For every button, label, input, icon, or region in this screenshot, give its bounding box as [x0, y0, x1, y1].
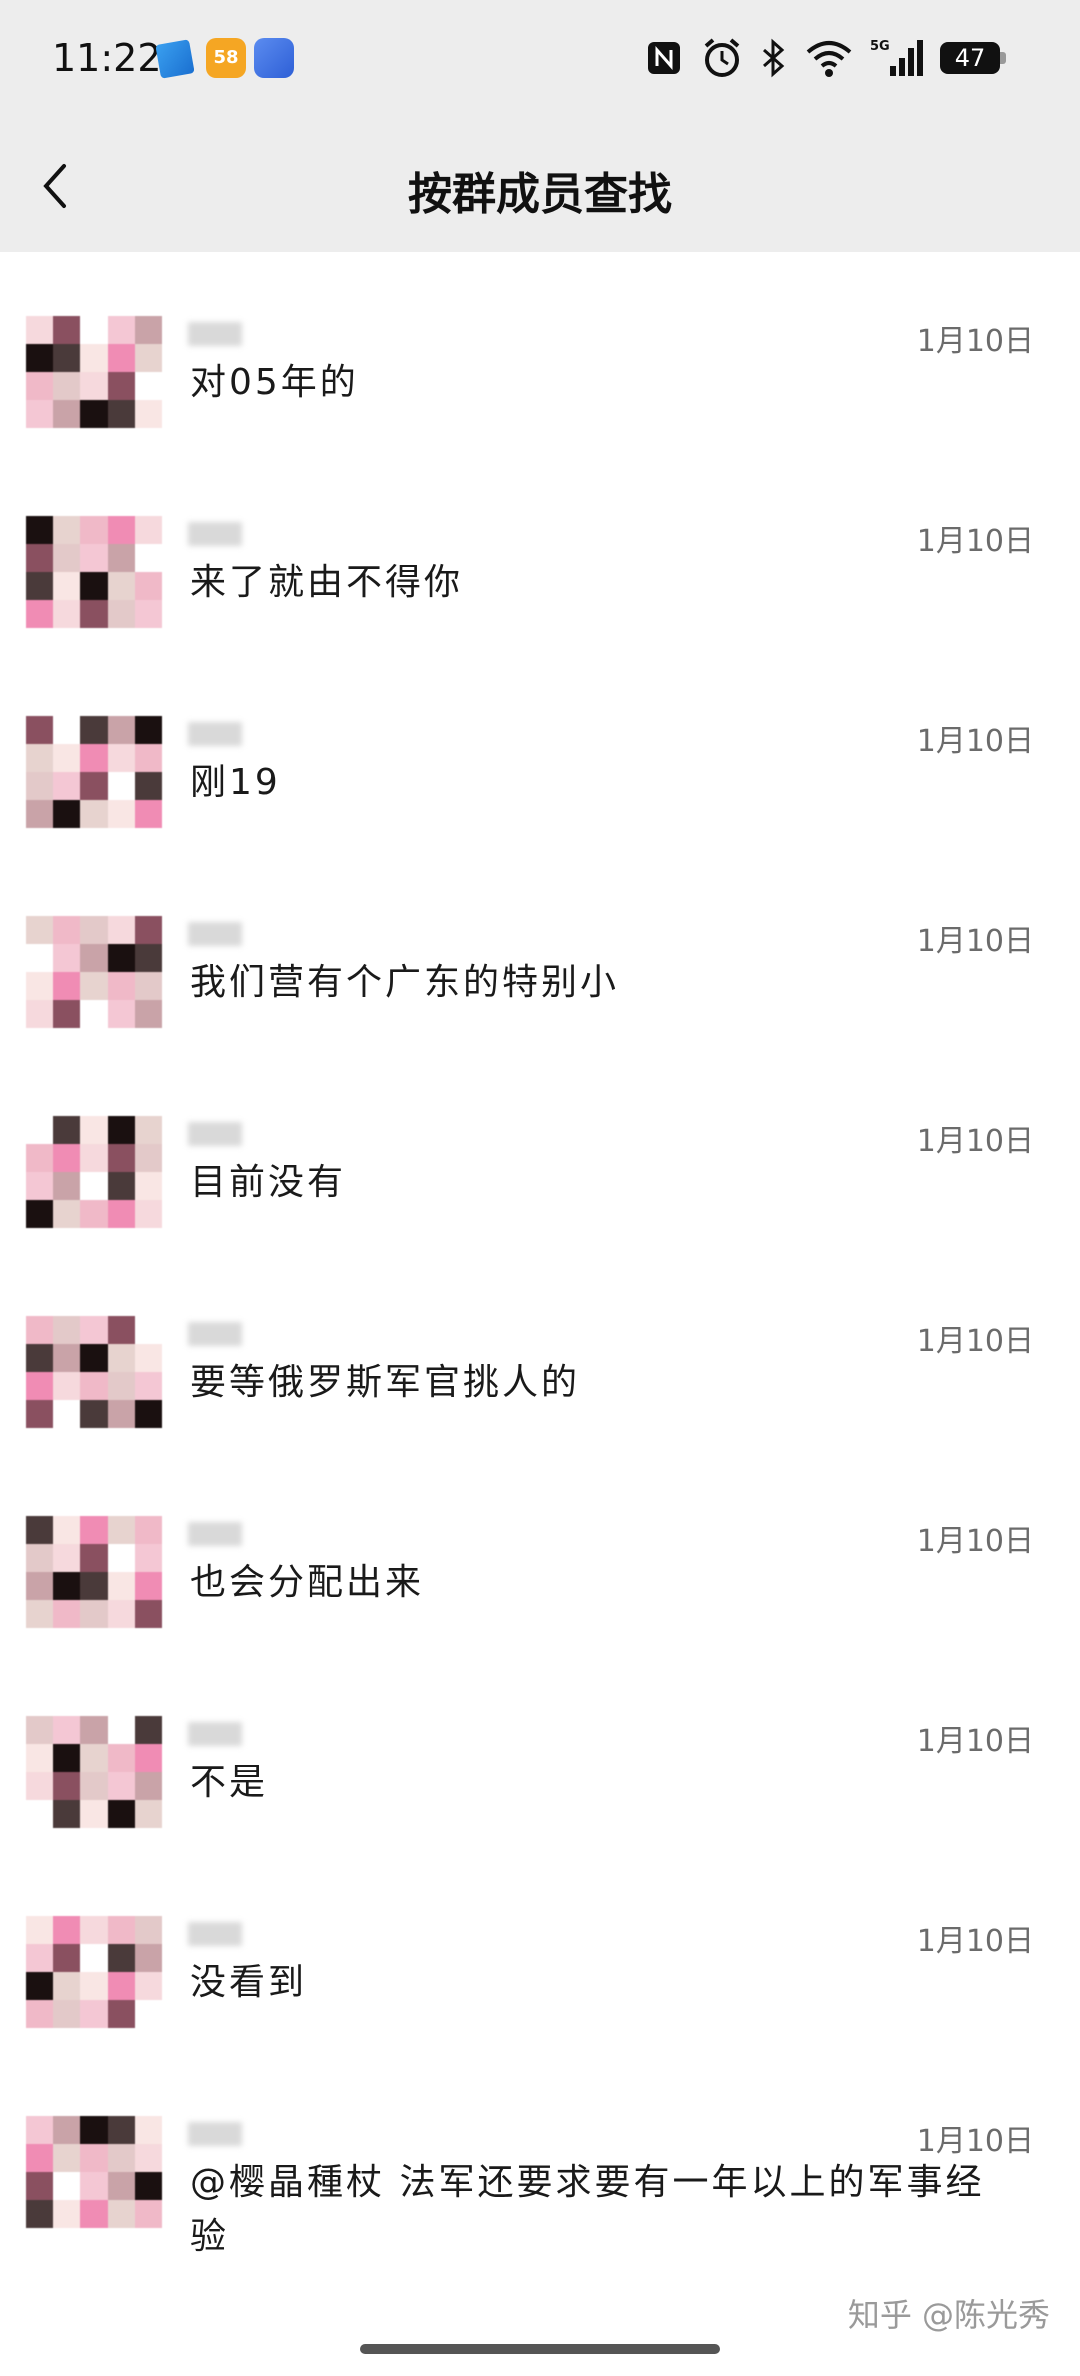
list-item[interactable]: 来了就由不得你 1月10日 [0, 452, 1080, 652]
nav-header: 按群成员查找 [0, 120, 1080, 252]
message-date: 1月10日 [916, 524, 1034, 559]
avatar [26, 1516, 162, 1628]
avatar [26, 1116, 162, 1228]
list-item[interactable]: 我们营有个广东的特别小 1月10日 [0, 852, 1080, 1052]
list-item[interactable]: 对05年的 1月10日 [0, 252, 1080, 452]
home-indicator[interactable] [360, 2344, 720, 2354]
message-text: 目前没有 [190, 1162, 347, 1203]
wifi-icon [806, 41, 852, 77]
avatar [26, 316, 162, 428]
sender-name-blurred [188, 322, 242, 346]
sender-name-blurred [188, 522, 242, 546]
message-date: 1月10日 [916, 1924, 1034, 1959]
avatar [26, 516, 162, 628]
bluetooth-icon [763, 38, 785, 78]
list-item[interactable]: 刚19 1月10日 [0, 652, 1080, 852]
avatar [26, 916, 162, 1028]
page-title: 按群成员查找 [408, 169, 672, 220]
message-text: 要等俄罗斯军官挑人的 [190, 1362, 581, 1403]
message-text: 不是 [190, 1762, 269, 1803]
list-item[interactable]: 不是 1月10日 [0, 1652, 1080, 1852]
message-date: 1月10日 [916, 324, 1034, 359]
sender-name-blurred [188, 2122, 242, 2146]
sender-name-blurred [188, 722, 242, 746]
message-date: 1月10日 [916, 724, 1034, 759]
cloud-app-icon [254, 38, 294, 78]
message-date: 1月10日 [916, 1524, 1034, 1559]
battery-icon: 47 [940, 42, 1000, 74]
avatar [26, 1916, 162, 2028]
sender-name-blurred [188, 1522, 242, 1546]
nfc-icon [648, 42, 680, 74]
message-text: @樱晶種杖 法军还要求要有一年以上的军事经验 [190, 2162, 985, 2257]
list-item[interactable]: @樱晶種杖 法军还要求要有一年以上的军事经验 1月10日 [0, 2052, 1080, 2257]
message-text: 来了就由不得你 [190, 562, 464, 603]
watermark: 知乎 @陈光秀 [847, 2296, 1050, 2334]
list-item[interactable]: 也会分配出来 1月10日 [0, 1452, 1080, 1652]
list-item[interactable]: 要等俄罗斯军官挑人的 1月10日 [0, 1252, 1080, 1452]
sender-name-blurred [188, 1322, 242, 1346]
avatar [26, 1316, 162, 1428]
message-date: 1月10日 [916, 1124, 1034, 1159]
avatar [26, 2116, 162, 2228]
navigation-app-icon [155, 39, 195, 79]
status-bar: 11:22 58 5G 47 [0, 0, 1080, 120]
alarm-icon [704, 38, 740, 77]
svg-text:5G: 5G [870, 39, 890, 54]
status-time: 11:22 [52, 36, 162, 80]
5g-signal-icon: 5G [870, 39, 923, 76]
sender-name-blurred [188, 1122, 242, 1146]
message-date: 1月10日 [916, 1724, 1034, 1759]
sender-name-blurred [188, 1922, 242, 1946]
message-text: 对05年的 [190, 362, 359, 403]
message-date: 1月10日 [916, 924, 1034, 959]
message-date: 1月10日 [916, 2124, 1034, 2159]
message-text: 我们营有个广东的特别小 [190, 962, 620, 1003]
avatar [26, 1716, 162, 1828]
58-app-icon: 58 [206, 38, 246, 78]
list-item[interactable]: 没看到 1月10日 [0, 1852, 1080, 2052]
message-text: 刚19 [190, 762, 281, 803]
sender-name-blurred [188, 1722, 242, 1746]
battery-tip [1000, 52, 1006, 64]
sender-name-blurred [188, 922, 242, 946]
avatar [26, 716, 162, 828]
message-date: 1月10日 [916, 1324, 1034, 1359]
list-item[interactable]: 目前没有 1月10日 [0, 1052, 1080, 1252]
message-text: 没看到 [190, 1962, 308, 2003]
message-text: 也会分配出来 [190, 1562, 425, 1603]
